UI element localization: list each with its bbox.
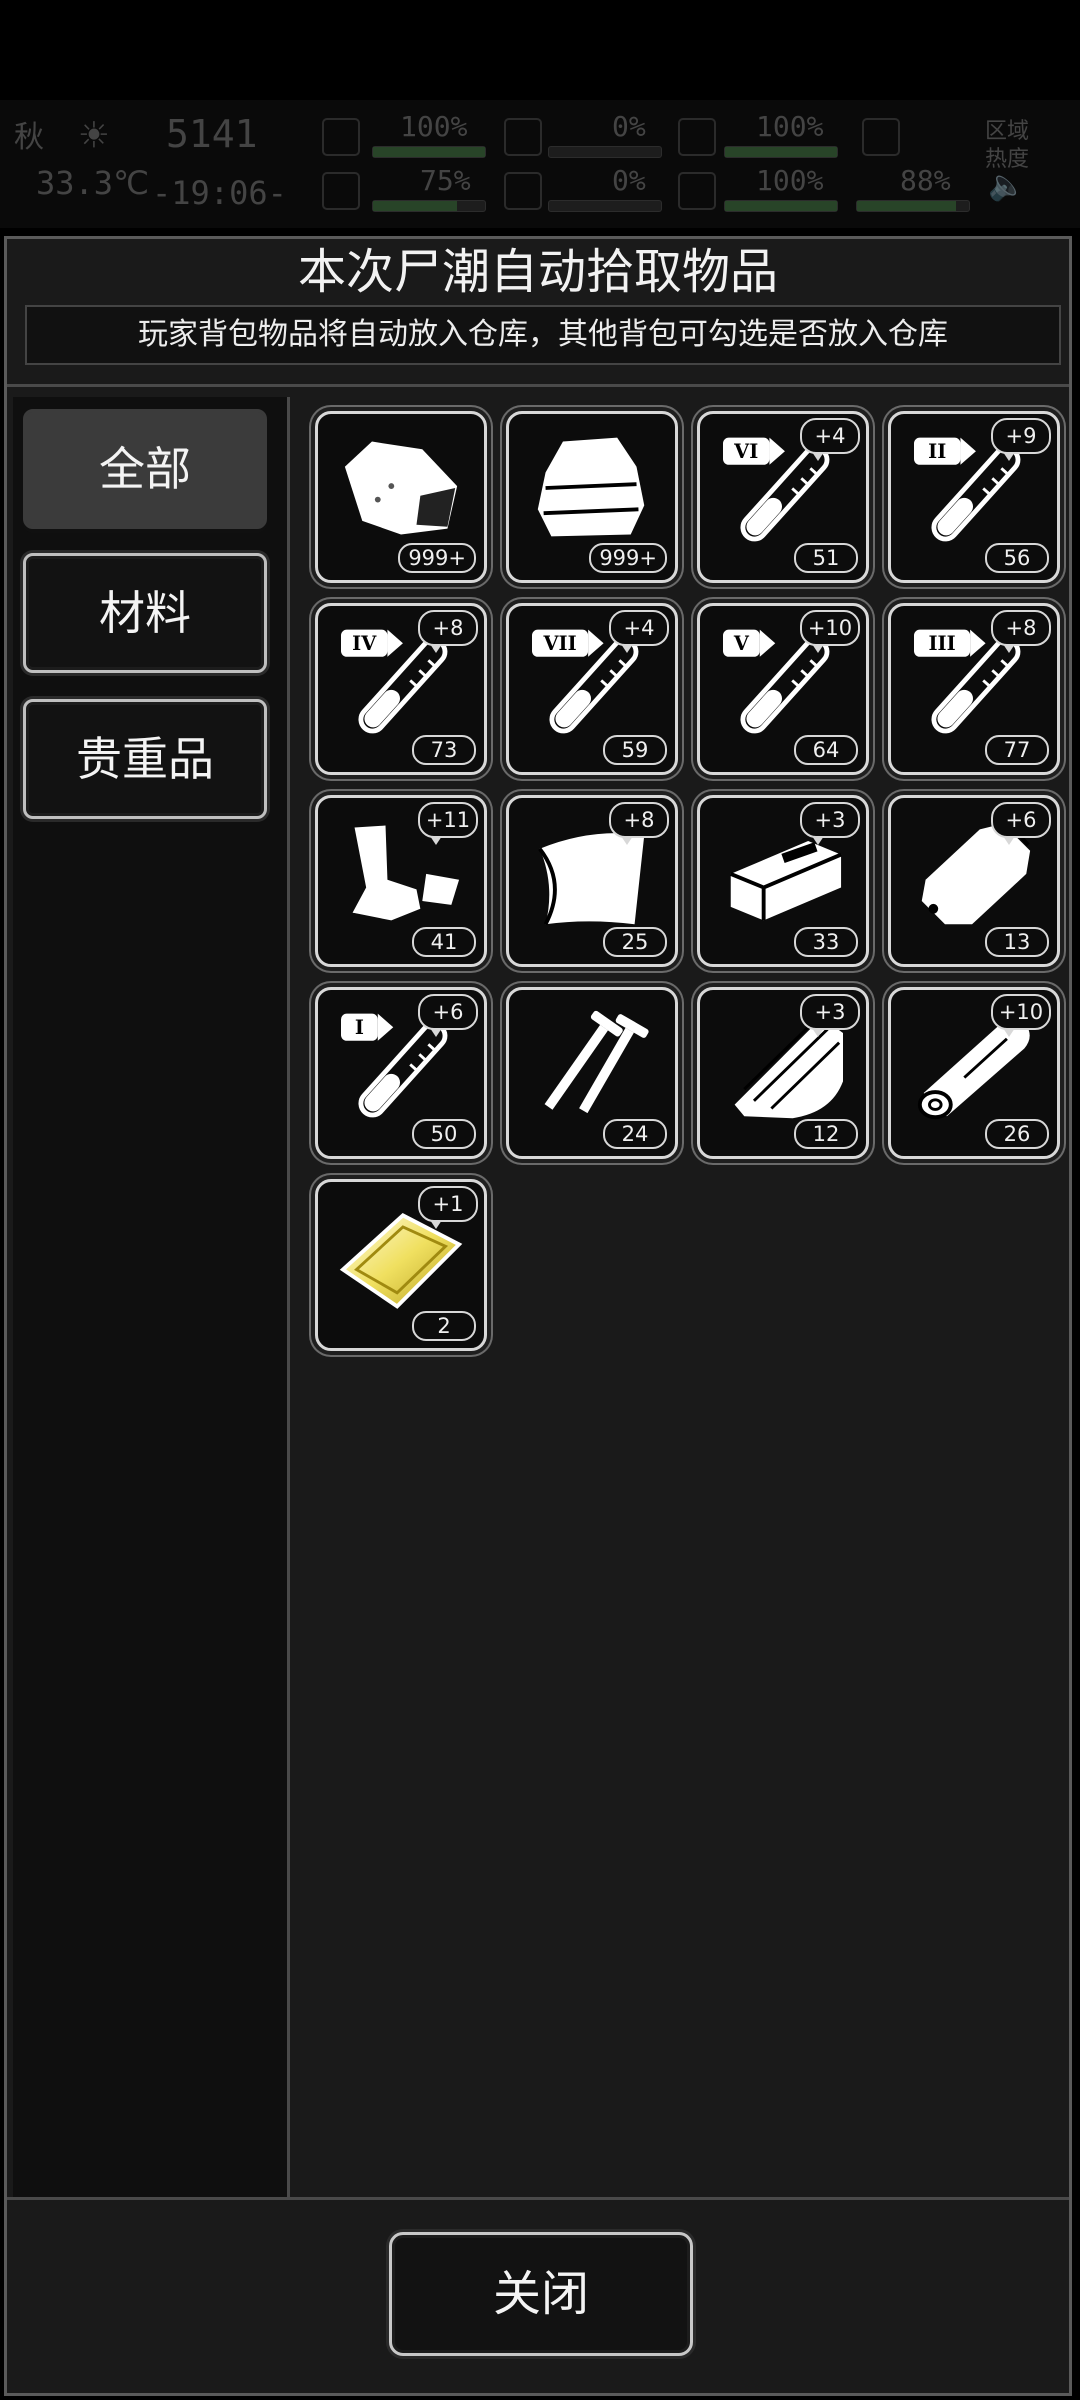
armor-icon — [678, 118, 716, 156]
bonus-badge: +10 — [800, 610, 860, 653]
sun-icon: ☀ — [80, 108, 108, 162]
bonus-badge: +6 — [418, 994, 478, 1037]
medkit-icon — [322, 118, 360, 156]
day-counter: 5141 — [166, 112, 258, 156]
bonus-badge: +11 — [418, 802, 478, 845]
item-count: 13 — [985, 927, 1049, 957]
speaker-icon[interactable]: 🔈 — [988, 168, 1025, 203]
bonus-badge: +3 — [800, 802, 860, 845]
tab-all[interactable]: 全部 — [23, 409, 267, 529]
item-slot[interactable]: 999+ — [315, 411, 487, 583]
clock-label: -19:06- — [152, 174, 287, 212]
svg-text:IV: IV — [352, 632, 377, 655]
item-slot[interactable]: III +8 77 — [888, 603, 1060, 775]
hud-bar-health — [372, 146, 486, 158]
hud-stat-hunger: 0% — [612, 110, 646, 143]
temperature-label: 33.3℃ — [36, 164, 149, 202]
bonus-badge: +6 — [991, 802, 1051, 845]
header-divider — [7, 384, 1069, 387]
item-slot[interactable]: VI +4 51 — [697, 411, 869, 583]
item-count: 59 — [603, 735, 667, 765]
brain-icon — [322, 172, 360, 210]
item-slot[interactable]: +6 13 — [888, 795, 1060, 967]
tab-valuables[interactable]: 贵重品 — [23, 699, 267, 819]
item-count: 50 — [412, 1119, 476, 1149]
dialog-title: 本次尸潮自动拾取物品 — [297, 244, 778, 300]
auto-pickup-dialog: 本次尸潮自动拾取物品 玩家背包物品将自动放入仓库，其他背包可勾选是否放入仓库 全… — [4, 236, 1072, 2396]
item-count: 33 — [794, 927, 858, 957]
hud-stat-stamina: 88% — [900, 164, 951, 197]
item-count: 26 — [985, 1119, 1049, 1149]
item-slot[interactable]: VII +4 59 — [506, 603, 678, 775]
bonus-badge: +8 — [418, 610, 478, 653]
hud-bar-heart — [724, 200, 838, 212]
item-grid: 999+ 999+ VI +4 51 II +9 56 IV +8 73 VII… — [293, 397, 1069, 2197]
item-slot[interactable]: +11 41 — [315, 795, 487, 967]
season-label: 秋 — [14, 120, 44, 155]
item-count: 41 — [412, 927, 476, 957]
item-count: 64 — [794, 735, 858, 765]
item-count: 12 — [794, 1119, 858, 1149]
bonus-badge: +3 — [800, 994, 860, 1037]
svg-text:V: V — [733, 632, 750, 655]
item-count: 999+ — [398, 543, 476, 573]
bonus-badge: +4 — [800, 418, 860, 461]
bonus-badge: +1 — [418, 1186, 478, 1229]
item-slot[interactable]: V +10 64 — [697, 603, 869, 775]
item-count: 999+ — [589, 543, 667, 573]
item-count: 51 — [794, 543, 858, 573]
hud-bar-hunger — [548, 146, 662, 158]
stamina-icon — [862, 118, 900, 156]
footer-divider — [7, 2197, 1069, 2200]
hud-bar-sanity — [372, 200, 486, 212]
item-slot[interactable]: IV +8 73 — [315, 603, 487, 775]
item-count: 25 — [603, 927, 667, 957]
bonus-badge: +10 — [991, 994, 1051, 1037]
region-heat-label: 区域 热度 — [985, 119, 1030, 172]
hud-stat-bleeding: 0% — [612, 164, 646, 197]
stomach-icon — [504, 118, 542, 156]
bonus-badge: +8 — [609, 802, 669, 845]
svg-text:I: I — [355, 1016, 364, 1039]
bonus-badge: +9 — [991, 418, 1051, 461]
tab-materials[interactable]: 材料 — [23, 553, 267, 673]
item-slot[interactable]: I +6 50 — [315, 987, 487, 1159]
item-count: 77 — [985, 735, 1049, 765]
svg-text:VI: VI — [733, 440, 758, 463]
dialog-subtitle: 玩家背包物品将自动放入仓库，其他背包可勾选是否放入仓库 — [25, 305, 1061, 365]
hud-bar-stamina — [856, 200, 970, 212]
hud-stat-health: 100% — [400, 110, 468, 143]
item-count: 56 — [985, 543, 1049, 573]
status-hud: 秋 ☀ 33.3℃ 5141 -19:06- 100% 0% 100% 75% … — [0, 0, 1080, 232]
heart-icon — [678, 172, 716, 210]
svg-text:III: III — [928, 632, 955, 655]
item-count: 2 — [412, 1311, 476, 1341]
item-count: 24 — [603, 1119, 667, 1149]
hud-stat-sanity: 75% — [420, 164, 471, 197]
item-slot[interactable]: +1 2 — [315, 1179, 487, 1351]
blood-drop-icon — [504, 172, 542, 210]
item-slot[interactable]: +10 26 — [888, 987, 1060, 1159]
item-slot[interactable]: II +9 56 — [888, 411, 1060, 583]
hud-bar-armor — [724, 146, 838, 158]
item-count: 73 — [412, 735, 476, 765]
item-slot[interactable]: +3 33 — [697, 795, 869, 967]
hud-stat-armor: 100% — [756, 110, 824, 143]
svg-text:II: II — [928, 440, 946, 463]
item-slot[interactable]: 24 — [506, 987, 678, 1159]
item-slot[interactable]: +3 12 — [697, 987, 869, 1159]
category-sidebar: 全部 材料 贵重品 — [13, 397, 290, 2197]
item-slot[interactable]: 999+ — [506, 411, 678, 583]
bonus-badge: +4 — [609, 610, 669, 653]
item-slot[interactable]: +8 25 — [506, 795, 678, 967]
svg-text:VII: VII — [543, 632, 577, 655]
hud-bar-bleeding — [548, 200, 662, 212]
close-button[interactable]: 关闭 — [389, 2232, 693, 2356]
bonus-badge: +8 — [991, 610, 1051, 653]
hud-stat-heart: 100% — [756, 164, 824, 197]
